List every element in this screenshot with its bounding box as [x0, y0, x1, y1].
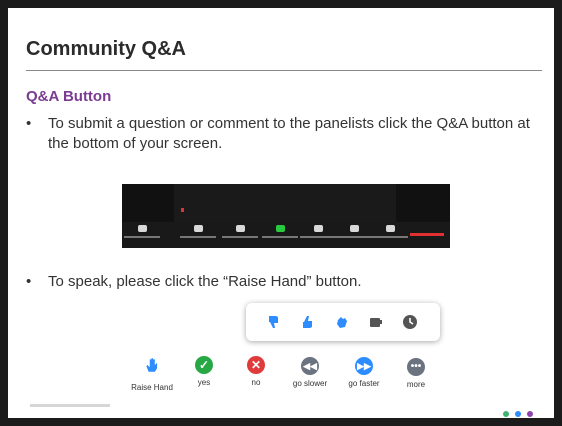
- reaction-label: go faster: [348, 379, 380, 388]
- thumbs-up-icon[interactable]: [300, 314, 316, 330]
- bullet-item: • To submit a question or comment to the…: [26, 114, 546, 154]
- reaction-label: more: [406, 380, 426, 389]
- reaction-label: go slower: [292, 379, 328, 388]
- clap-icon[interactable]: [334, 314, 350, 330]
- bullet-symbol: •: [26, 273, 32, 290]
- reaction-raise-hand[interactable]: Raise Hand: [124, 356, 180, 392]
- slide-footer: [30, 404, 110, 407]
- rewind-icon: ◀◀: [301, 357, 319, 375]
- leave-meeting-button: [410, 233, 444, 236]
- qa-icon: [235, 225, 245, 232]
- dot-icon: [527, 411, 533, 417]
- reaction-label: no: [251, 378, 261, 387]
- reaction-label: Raise Hand: [131, 383, 173, 392]
- reaction-go-slower[interactable]: ◀◀ go slower: [282, 356, 338, 388]
- fast-forward-icon: ▶▶: [355, 357, 373, 375]
- toolbar-more: [372, 225, 408, 238]
- toolbar-participants: [180, 225, 216, 238]
- reaction-no[interactable]: ✕ no: [228, 356, 284, 387]
- chat-icon: [313, 225, 323, 232]
- reactions-popup: [246, 303, 440, 341]
- more-icon: •••: [407, 358, 425, 376]
- toolbar-audio: [124, 225, 160, 238]
- microphone-icon: [137, 225, 147, 232]
- clock-icon[interactable]: [402, 314, 418, 330]
- hand-icon: [146, 358, 158, 372]
- slide-dots: [497, 404, 533, 422]
- toolbar-record: [336, 225, 372, 238]
- toolbar-share: [262, 225, 298, 238]
- thumbs-down-icon[interactable]: [266, 314, 282, 330]
- record-icon: [349, 225, 359, 232]
- toolbar-qa: [222, 225, 258, 238]
- dot-icon: [503, 411, 509, 417]
- share-screen-icon: [275, 225, 285, 232]
- more-icon: [385, 225, 395, 232]
- title-divider: [26, 70, 542, 71]
- video-area: [174, 184, 396, 222]
- bullet-text: To speak, please click the “Raise Hand” …: [48, 273, 362, 290]
- toolbar: [122, 222, 450, 248]
- toolbar-chat: [300, 225, 336, 238]
- check-icon: ✓: [195, 356, 213, 374]
- reaction-more[interactable]: ••• more: [388, 356, 444, 389]
- bullet-symbol: •: [26, 115, 32, 132]
- dot-icon: [515, 411, 521, 417]
- slide-title: Community Q&A: [26, 38, 186, 60]
- reaction-label: yes: [197, 378, 211, 387]
- coffee-icon[interactable]: [368, 314, 384, 330]
- bullet-item: • To speak, please click the “Raise Hand…: [26, 272, 546, 292]
- slide-subheading: Q&A Button: [26, 88, 112, 105]
- meeting-toolbar-screenshot: [122, 184, 450, 248]
- recording-indicator: [181, 208, 184, 212]
- reaction-go-faster[interactable]: ▶▶ go faster: [336, 356, 392, 388]
- reaction-yes[interactable]: ✓ yes: [176, 356, 232, 387]
- x-icon: ✕: [247, 356, 265, 374]
- participants-icon: [193, 225, 203, 232]
- bullet-text: To submit a question or comment to the p…: [48, 115, 530, 152]
